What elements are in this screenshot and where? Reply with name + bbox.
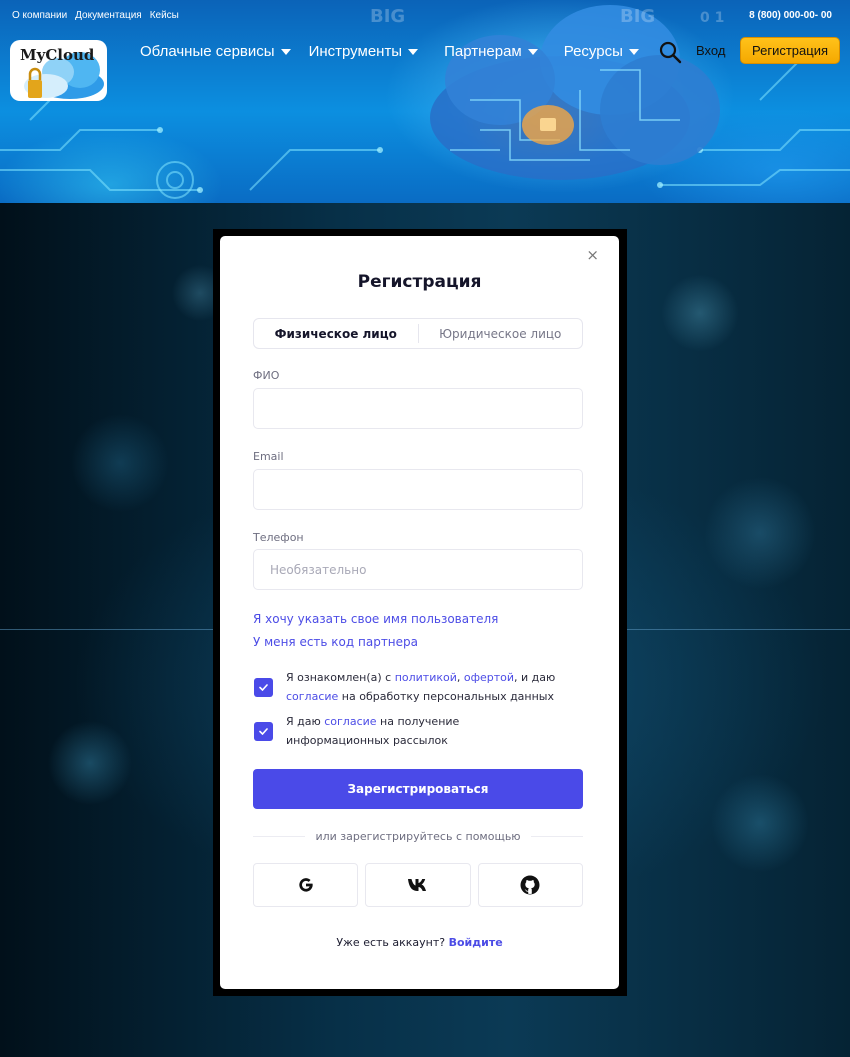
consent-text-mid: , и даю xyxy=(514,671,556,684)
github-login-button[interactable] xyxy=(477,863,583,907)
social-login-row xyxy=(253,863,583,907)
top-links: О компании Документация Кейсы xyxy=(12,10,179,21)
svg-text:BIG: BIG xyxy=(370,6,405,27)
top-link-about[interactable]: О компании xyxy=(12,10,67,21)
caret-down-icon xyxy=(527,48,538,55)
nav-resources[interactable]: Ресурсы xyxy=(564,43,639,60)
nav-cloud-services[interactable]: Облачные сервисы xyxy=(140,43,291,60)
svg-text:BIG: BIG xyxy=(620,6,655,27)
caret-down-icon xyxy=(628,48,639,55)
close-icon[interactable]: × xyxy=(586,248,599,263)
login-prompt-link[interactable]: Войдите xyxy=(449,936,503,949)
newsletter-agreement-link[interactable]: согласие xyxy=(324,715,376,728)
account-type-tabs: Физическое лицо Юридическое лицо xyxy=(253,318,583,349)
modal-title: Регистрация xyxy=(357,272,482,292)
fio-input[interactable] xyxy=(253,388,583,429)
nav-tools[interactable]: Инструменты xyxy=(309,43,419,60)
login-prompt: Уже есть аккаунт? Войдите xyxy=(220,936,619,949)
logo[interactable]: MyCloud xyxy=(10,40,107,101)
consent-text: Я ознакомлен(а) с политикой, офертой, и … xyxy=(286,668,566,706)
vk-icon xyxy=(407,879,426,891)
nav-partners[interactable]: Партнерам xyxy=(444,43,538,60)
check-icon xyxy=(259,728,268,735)
top-link-docs[interactable]: Документация xyxy=(75,10,142,21)
top-link-cases[interactable]: Кейсы xyxy=(150,10,179,21)
phone-input[interactable] xyxy=(253,549,583,590)
newsletter-checkbox[interactable] xyxy=(254,722,273,741)
nav-label: Инструменты xyxy=(308,43,403,60)
google-icon xyxy=(298,878,313,892)
check-icon xyxy=(259,684,268,691)
username-link[interactable]: Я хочу указать свое имя пользователя xyxy=(253,612,498,626)
newsletter-text: Я даю согласие на получение информационн… xyxy=(286,712,566,750)
email-input[interactable] xyxy=(253,469,583,510)
or-divider: или зарегистрируйтесь с помощью xyxy=(253,828,583,844)
tab-individual[interactable]: Физическое лицо xyxy=(254,319,418,348)
main-nav: Облачные сервисы Инструменты Партнерам Р… xyxy=(140,43,639,60)
divider-line xyxy=(253,835,306,837)
consent-text-sep: , xyxy=(456,671,464,684)
email-label: Email xyxy=(253,450,284,463)
nav-label: Ресурсы xyxy=(563,43,623,60)
policy-link[interactable]: политикой xyxy=(395,671,457,684)
register-submit-button[interactable]: Зарегистрироваться xyxy=(253,769,583,809)
newsletter-text-pre: Я даю xyxy=(286,715,325,728)
or-text: или зарегистрируйтесь с помощью xyxy=(315,829,521,843)
newsletter-row: Я даю согласие на получение информационн… xyxy=(254,712,566,750)
consent-checkbox[interactable] xyxy=(254,678,273,697)
circuit-banner-art: BIG BIG 0 1 xyxy=(0,5,850,199)
divider-line xyxy=(530,835,583,837)
phone-number[interactable]: 8 (800) 000-00- 00 xyxy=(749,10,832,21)
registration-modal: × Регистрация Физическое лицо Юридическо… xyxy=(220,236,619,989)
consent-text-post: на обработку персональных данных xyxy=(338,690,555,703)
header-banner: BIG BIG 0 1 О компании Документация Кейс… xyxy=(0,0,850,203)
login-prompt-question: Уже есть аккаунт? xyxy=(336,936,446,949)
logo-text: MyCloud xyxy=(20,46,95,64)
tab-company[interactable]: Юридическое лицо xyxy=(419,319,583,348)
google-login-button[interactable] xyxy=(253,863,359,907)
nav-label: Облачные сервисы xyxy=(140,43,275,60)
header-register-button[interactable]: Регистрация xyxy=(740,37,840,64)
svg-text:0 1: 0 1 xyxy=(700,10,724,26)
offer-link[interactable]: офертой xyxy=(464,671,514,684)
consent-text-pre: Я ознакомлен(а) с xyxy=(286,671,395,684)
consent-row: Я ознакомлен(а) с политикой, офертой, и … xyxy=(254,668,566,706)
nav-label: Партнерам xyxy=(444,43,522,60)
caret-down-icon xyxy=(280,48,291,55)
search-icon[interactable] xyxy=(658,40,682,64)
phone-label: Телефон xyxy=(253,531,304,544)
vk-login-button[interactable] xyxy=(365,863,471,907)
caret-down-icon xyxy=(408,48,419,55)
github-icon xyxy=(520,875,540,895)
partner-code-link[interactable]: У меня есть код партнера xyxy=(253,635,418,649)
fio-label: ФИО xyxy=(253,369,280,382)
agreement-link[interactable]: согласие xyxy=(286,690,338,703)
login-link[interactable]: Вход xyxy=(696,43,725,58)
